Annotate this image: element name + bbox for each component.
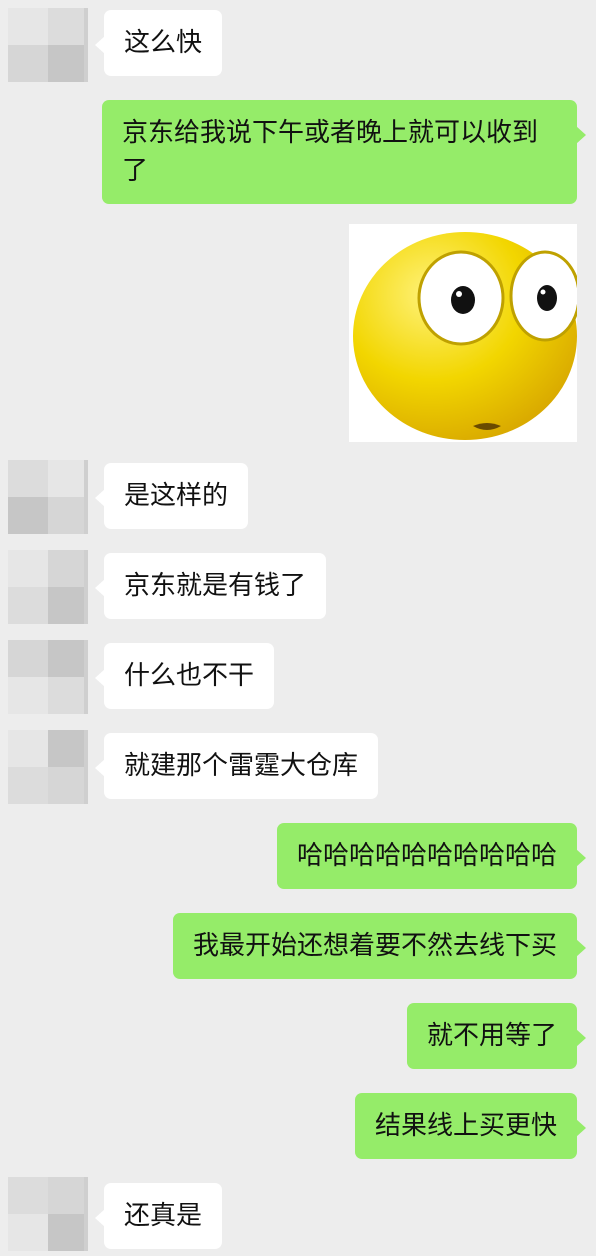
message-text: 我最开始还想着要不然去线下买 xyxy=(192,931,557,961)
message-text: 就不用等了 xyxy=(426,1021,557,1051)
message-bubble-incoming[interactable]: 是这样的 xyxy=(94,463,249,529)
message-bubble-incoming[interactable]: 京东就是有钱了 xyxy=(94,553,327,619)
message-text: 京东给我说下午或者晚上就可以收到了 xyxy=(122,118,539,186)
message-text: 什么也不干 xyxy=(124,661,255,691)
avatar[interactable] xyxy=(8,460,88,534)
message-bubble-incoming[interactable]: 这么快 xyxy=(94,10,223,76)
message-text: 哈哈哈哈哈哈哈哈哈哈 xyxy=(296,841,557,871)
message-text: 京东就是有钱了 xyxy=(124,571,307,601)
message-bubble-incoming[interactable]: 还真是 xyxy=(94,1183,223,1249)
message-bubble-incoming[interactable]: 就建那个雷霆大仓库 xyxy=(94,733,379,799)
message-text: 结果线上买更快 xyxy=(374,1111,557,1141)
message-bubble-outgoing[interactable]: 我最开始还想着要不然去线下买 xyxy=(172,913,587,979)
avatar[interactable] xyxy=(8,8,88,82)
avatar[interactable] xyxy=(8,550,88,624)
chat-thread: 这么快 京东给我说下午或者晚上就可以收到了 是这样的 京东就是有钱了 什么也不干… xyxy=(0,0,596,1256)
message-bubble-incoming[interactable]: 什么也不干 xyxy=(94,643,275,709)
message-text: 还真是 xyxy=(124,1201,203,1231)
message-bubble-outgoing[interactable]: 哈哈哈哈哈哈哈哈哈哈 xyxy=(276,823,587,889)
message-text: 就建那个雷霆大仓库 xyxy=(124,751,359,781)
message-bubble-outgoing[interactable]: 结果线上买更快 xyxy=(354,1093,587,1159)
avatar[interactable] xyxy=(8,730,88,804)
message-bubble-outgoing[interactable]: 京东给我说下午或者晚上就可以收到了 xyxy=(102,100,586,204)
avatar[interactable] xyxy=(8,640,88,714)
surprised-face-emoji-icon xyxy=(353,232,577,440)
avatar[interactable] xyxy=(8,1177,88,1251)
sticker-image[interactable] xyxy=(349,224,577,442)
message-text: 这么快 xyxy=(124,28,203,58)
message-text: 是这样的 xyxy=(124,481,229,511)
message-bubble-outgoing[interactable]: 就不用等了 xyxy=(406,1003,587,1069)
